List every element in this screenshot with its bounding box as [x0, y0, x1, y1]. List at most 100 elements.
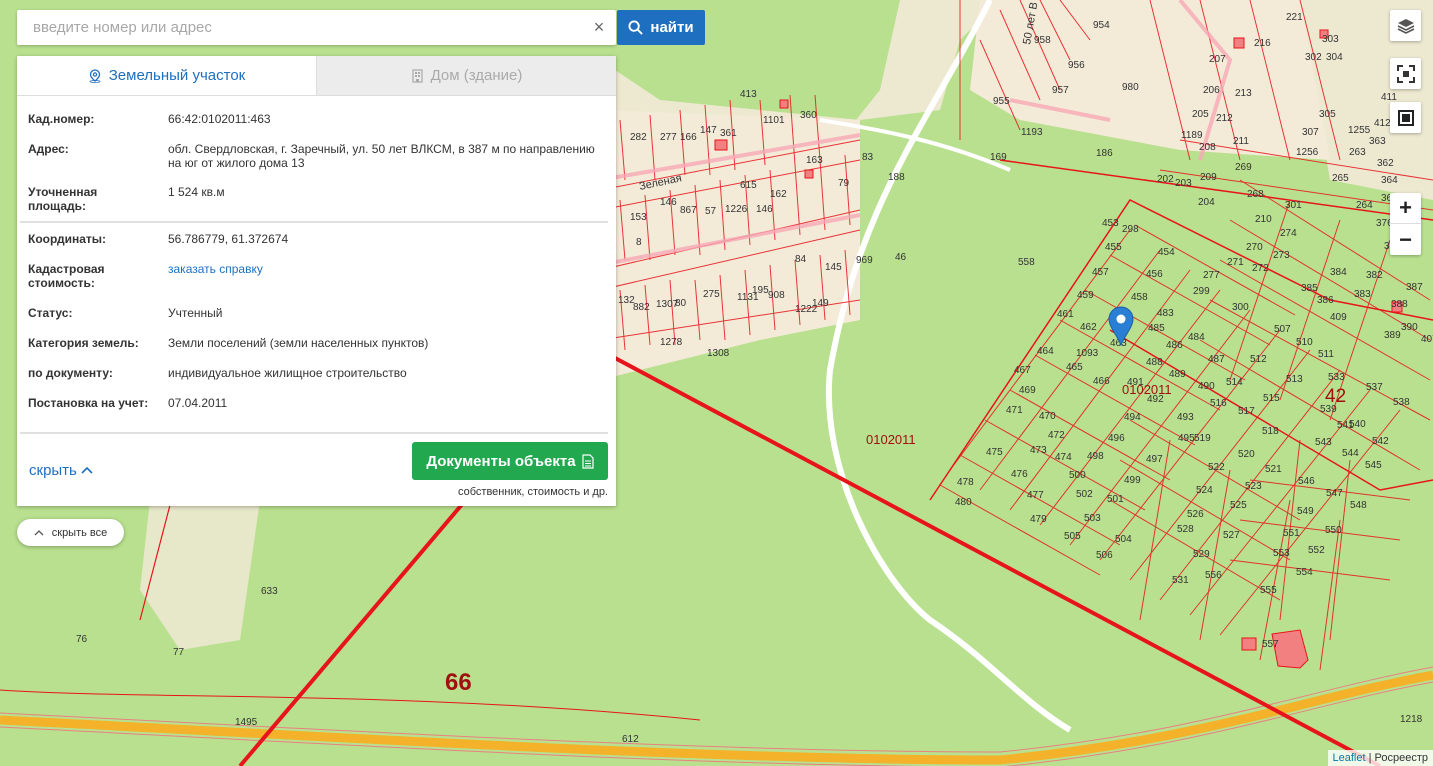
parcel-number-label: 488: [1146, 357, 1163, 368]
rosreestr-label: Росреестр: [1374, 752, 1428, 764]
object-documents-button[interactable]: Документы объекта: [412, 442, 608, 480]
parcel-number-label: 525: [1230, 500, 1247, 511]
parcel-number-label: 302: [1305, 52, 1322, 63]
parcel-number-label: 543: [1315, 437, 1332, 448]
parcel-number-label: 207: [1209, 54, 1226, 65]
order-certificate-link[interactable]: заказать справку: [168, 262, 608, 276]
parcel-number-label: 956: [1068, 60, 1085, 71]
parcel-number-label: 969: [856, 255, 873, 266]
building-icon: [411, 68, 423, 83]
parcel-number-label: 386: [1317, 295, 1334, 306]
parcel-number-label: 457: [1092, 267, 1109, 278]
parcel-number-label: 76: [76, 634, 88, 645]
tab-building[interactable]: Дом (здание): [316, 56, 616, 95]
layers-icon: [1397, 18, 1414, 34]
hide-all-button[interactable]: скрыть все: [17, 519, 124, 546]
parcel-number-label: 498: [1087, 451, 1104, 462]
parcel-number-label: 867: [680, 205, 697, 216]
parcel-number-label: 162: [770, 189, 787, 200]
parcel-info-panel: Земельный участок Дом (здание) Кад.номер…: [17, 56, 616, 506]
parcel-number-label: 502: [1076, 489, 1093, 500]
parcel-number-label: 483: [1157, 308, 1174, 319]
parcel-number-label: 533: [1328, 372, 1345, 383]
parcel-number-label: 209: [1200, 172, 1217, 183]
parcel-number-label: 382: [1366, 270, 1383, 281]
parcel-number-label: 274: [1280, 228, 1297, 239]
tab-land-parcel[interactable]: Земельный участок: [17, 56, 316, 95]
parcel-number-label: 146: [756, 204, 773, 215]
parcel-number-label: 270: [1246, 242, 1263, 253]
parcel-number-label: 305: [1319, 109, 1336, 120]
fullscreen-button[interactable]: [1390, 58, 1421, 89]
parcel-number-label: 477: [1027, 490, 1044, 501]
parcel-number-label: 554: [1296, 567, 1313, 578]
search-button[interactable]: найти: [617, 10, 705, 45]
parcel-number-label: 453: [1102, 218, 1119, 229]
parcel-number-label: 514: [1226, 377, 1243, 388]
land-category-value: Земли поселений (земли населенных пункто…: [168, 336, 429, 350]
parcel-number-label: 299: [1193, 286, 1210, 297]
parcel-number-label: 8: [636, 237, 642, 248]
land-category-label: Категория земель:: [28, 336, 139, 350]
parcel-number-label: 1131: [737, 292, 759, 303]
parcel-number-label: 955: [993, 96, 1010, 107]
parcel-number-label: 464: [1037, 346, 1054, 357]
parcel-number-label: 515: [1263, 393, 1280, 404]
zoom-out-button[interactable]: −: [1390, 224, 1421, 255]
parcel-number-label: 188: [888, 172, 905, 183]
parcel-number-label: 471: [1006, 405, 1023, 416]
parcel-number-label: 364: [1381, 175, 1398, 186]
parcel-number-label: 1226: [725, 204, 748, 215]
parcel-number-label: 531: [1172, 575, 1189, 586]
parcel-number-label: 221: [1286, 12, 1303, 23]
clear-search-icon[interactable]: ×: [589, 17, 609, 37]
search-box: ×: [17, 10, 616, 45]
parcel-number-label: 147: [700, 125, 717, 136]
status-label: Статус:: [28, 306, 73, 320]
parcel-number-label: 465: [1066, 362, 1083, 373]
parcel-number-label: 1218: [1400, 714, 1423, 725]
parcel-number-label: 1256: [1296, 147, 1319, 158]
parcel-number-label: 412: [1374, 118, 1391, 129]
parcel-number-label: 455: [1105, 242, 1122, 253]
parcel-number-label: 203: [1175, 178, 1192, 189]
hide-all-label: скрыть все: [51, 526, 108, 539]
layers-button[interactable]: [1390, 10, 1421, 41]
search-icon: [628, 20, 644, 35]
parcel-number-label: 304: [1326, 52, 1343, 63]
parcel-number-label: 518: [1262, 426, 1279, 437]
parcel-number-label: 954: [1093, 20, 1110, 31]
parcel-number-label: 1193: [1021, 127, 1043, 138]
parcel-number-label: 263: [1349, 147, 1366, 158]
parcel-number-label: 469: [1019, 385, 1036, 396]
parcel-number-label: 524: [1196, 485, 1213, 496]
parcel-number-label: 542: [1372, 436, 1389, 447]
by-document-value: индивидуальное жилищное строительство: [168, 366, 407, 380]
search-input[interactable]: [17, 10, 587, 45]
parcel-number-label: 552: [1308, 545, 1325, 556]
parcel-number-label: 503: [1084, 513, 1101, 524]
parcel-number-label: 273: [1273, 250, 1290, 261]
parcel-number-label: 505: [1064, 531, 1081, 542]
hide-panel-label: скрыть: [29, 462, 77, 479]
parcel-number-label: 485: [1148, 323, 1165, 334]
parcel-number-label: 558: [1018, 257, 1035, 268]
zoom-in-button[interactable]: +: [1390, 193, 1421, 224]
parcel-number-label: 547: [1326, 488, 1343, 499]
parcel-number-label: 1255: [1348, 125, 1371, 136]
parcel-number-label: 541: [1337, 420, 1354, 431]
parcel-number-label: 389: [1384, 330, 1401, 341]
hide-panel-link[interactable]: скрыть: [29, 462, 93, 479]
parcel-number-label: 522: [1208, 462, 1225, 473]
parcel-number-label: 519: [1194, 433, 1211, 444]
attribution-separator: |: [1365, 752, 1375, 764]
chevron-up-icon: [34, 529, 44, 535]
parcel-number-label: 461: [1057, 309, 1074, 320]
print-area-button[interactable]: [1390, 102, 1421, 133]
registration-label: Постановка на учет:: [28, 396, 149, 410]
parcel-number-label: 501: [1107, 494, 1124, 505]
leaflet-link[interactable]: Leaflet: [1333, 752, 1366, 764]
parcel-number-label: 1093: [1076, 348, 1099, 359]
parcel-number-label: 633: [261, 586, 278, 597]
parcel-number-label: 84: [795, 254, 807, 265]
